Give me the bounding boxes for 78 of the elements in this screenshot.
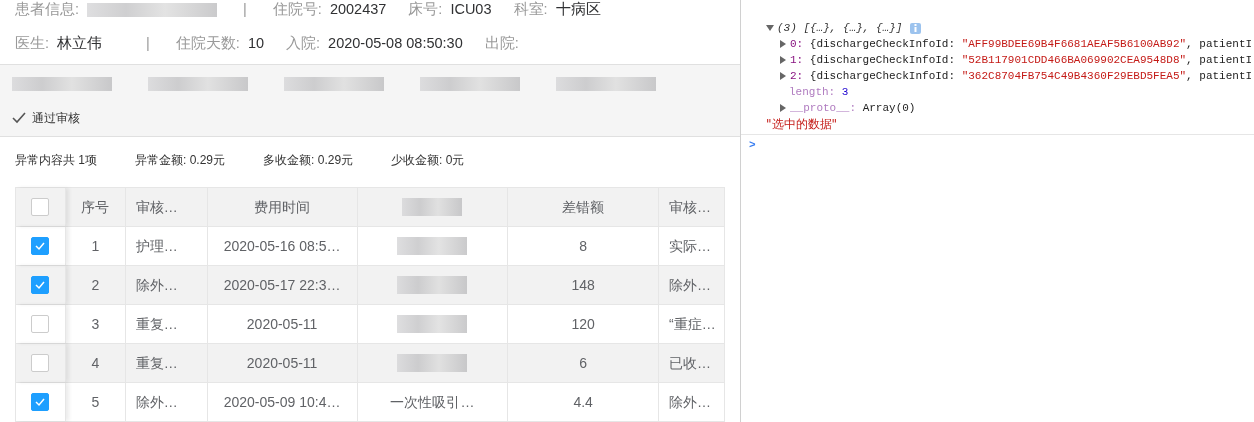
field-label: 医生: <box>15 35 50 51</box>
expanded-triangle-icon[interactable] <box>766 24 774 32</box>
field-label: 科室: <box>513 1 548 17</box>
collapsed-triangle-icon[interactable] <box>779 72 787 80</box>
table-cell-text: 148 <box>571 275 595 295</box>
table-cell-text: 2020-05-09 10:4… <box>223 392 341 412</box>
table-cell-text: 重复… <box>135 353 178 373</box>
field-value: 10 <box>247 35 264 51</box>
field-label: 住院号: <box>272 1 322 17</box>
field-value: 十病区 <box>555 1 601 17</box>
field-value: 2002437 <box>329 1 387 17</box>
table-cell-text: 2020-05-17 22:3… <box>223 275 341 295</box>
field-label: 床号: <box>408 1 443 17</box>
console-entry: 0: {dischargeCheckInfoId: "AFF99BDEE69B4F6681AEAF5B6100AB92", patientI <box>790 37 1253 51</box>
table-cell-text: 4.4 <box>573 392 593 412</box>
field-label: 患者信息: <box>15 1 80 17</box>
column-header: 审核… <box>135 197 178 217</box>
table-cell-text: 120 <box>571 314 595 334</box>
table-cell-text: 除外… <box>135 392 178 412</box>
field-value: 林立伟 <box>57 35 103 51</box>
console-entry: __proto__: Array(0) <box>790 101 916 115</box>
table-cell-text: 护理… <box>135 236 178 256</box>
table-cell-text: 2020-05-11 <box>246 353 318 373</box>
separator: | <box>243 1 247 17</box>
field-value: 2020-05-08 08:50:30 <box>328 35 463 51</box>
column-header: 差错额 <box>562 197 605 217</box>
table-cell-text: 4 <box>91 353 100 373</box>
table-cell-text: 3 <box>91 314 100 334</box>
column-header: 费用时间 <box>254 197 311 217</box>
redacted-block <box>397 276 468 294</box>
console-log: "选中的数据" <box>766 117 838 131</box>
table-cell-text: 一次性吸引… <box>390 392 475 412</box>
summary-text: 异常金额: 0.29元 <box>135 152 226 169</box>
console-prompt: > <box>749 137 756 152</box>
table-cell-text: 重复… <box>135 314 178 334</box>
table-cell-text: 8 <box>579 236 588 256</box>
column-header: 审核… <box>669 197 712 217</box>
redacted-block <box>397 315 468 333</box>
field-label: 入院: <box>286 35 321 51</box>
checkbox[interactable] <box>31 276 50 294</box>
field-value: ICU03 <box>450 1 492 17</box>
table-cell-text: 5 <box>91 392 100 412</box>
table-cell-text: 实际… <box>669 236 712 256</box>
summary-text: 异常内容共 1项 <box>15 152 97 169</box>
summary-text: 多收金额: 0.29元 <box>263 152 354 169</box>
redacted-block <box>397 354 468 372</box>
table-cell-text: 2020-05-16 08:5… <box>223 236 341 256</box>
approve-button[interactable]: 通过审核 <box>12 109 80 127</box>
checkbox[interactable] <box>31 393 50 411</box>
collapsed-triangle-icon[interactable] <box>779 56 787 64</box>
table-cell-text: 除外… <box>669 392 712 412</box>
field-label: 出院: <box>484 35 519 51</box>
separator: | <box>146 35 150 51</box>
table-cell-text: “重症… <box>669 314 716 334</box>
redacted-block <box>397 237 468 255</box>
array-summary: (3) [{…}, {…}, {…}] <box>777 21 903 35</box>
summary-text: 少收金额: 0元 <box>391 152 465 169</box>
table-cell-text: 2 <box>91 275 100 295</box>
console-entry: 1: {dischargeCheckInfoId: "52B117901CDD466BA069902CEA9548D8", patientI <box>790 53 1253 67</box>
table-cell-text: 2020-05-11 <box>246 314 318 334</box>
redacted-block <box>402 198 463 216</box>
table-cell-text: 1 <box>91 236 100 256</box>
field-label: 住院天数: <box>175 35 240 51</box>
checkbox[interactable] <box>31 354 50 372</box>
table-cell-text: 除外… <box>135 275 178 295</box>
collapsed-triangle-icon[interactable] <box>779 40 787 48</box>
table-cell-text: 除外… <box>669 275 712 295</box>
checkbox[interactable] <box>31 315 50 333</box>
checkbox[interactable] <box>31 237 50 255</box>
console-entry: length: 3 <box>789 85 849 99</box>
checkbox[interactable] <box>31 198 50 216</box>
console-entry: 2: {dischargeCheckInfoId: "362C8704FB754C49B4360F29EBD5FEA5", patientI <box>790 69 1253 83</box>
check-icon <box>12 112 26 124</box>
table-cell-text: 6 <box>579 353 588 373</box>
column-header: 序号 <box>81 197 110 217</box>
collapsed-triangle-icon[interactable] <box>779 104 787 112</box>
info-icon <box>910 22 922 34</box>
table-cell-text: 已收… <box>669 353 712 373</box>
